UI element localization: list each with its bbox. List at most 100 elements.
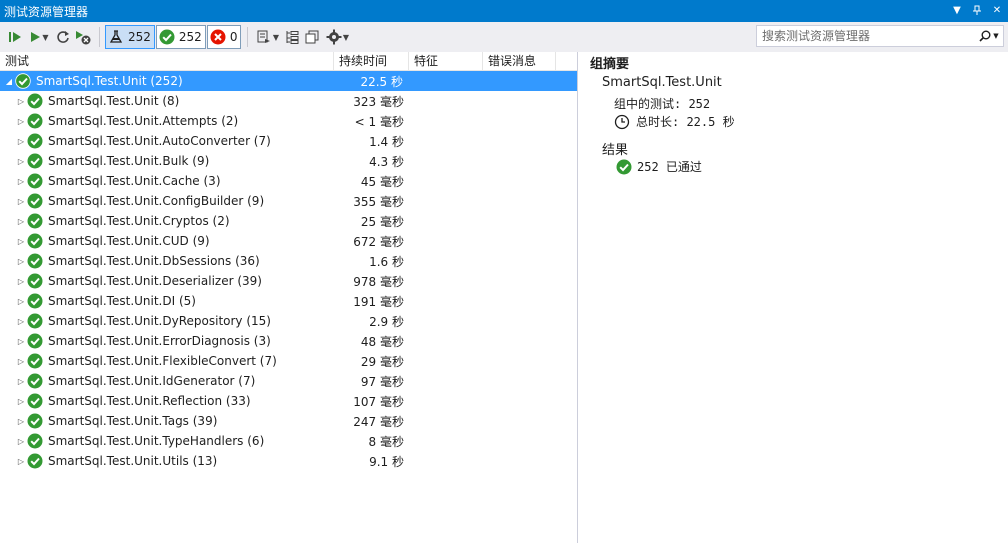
cancel-button[interactable]: [74, 26, 92, 48]
dropdown-icon[interactable]: ▼: [950, 3, 964, 17]
expand-icon[interactable]: ▷: [15, 297, 27, 306]
tree-row[interactable]: ▷ SmartSql.Test.Unit.Utils (13) 9.1 秒: [0, 451, 577, 471]
test-duration: 2.9 秒: [369, 314, 404, 329]
clock-icon: [614, 114, 630, 129]
run-icon: [31, 32, 41, 42]
run-button[interactable]: ▼: [26, 26, 52, 48]
check-circle-icon: [27, 113, 43, 129]
refresh-button[interactable]: [54, 26, 72, 48]
tree-row[interactable]: ▷ SmartSql.Test.Unit.Deserializer (39) 978…: [0, 271, 577, 291]
check-circle-icon: [27, 253, 43, 269]
test-group-name: SmartSql.Test.Unit.ConfigBuilder (9): [48, 194, 265, 208]
expand-icon[interactable]: ▷: [15, 337, 27, 346]
expand-icon[interactable]: ▷: [15, 117, 27, 126]
passed-count: 252: [178, 30, 202, 44]
summary-passed-row[interactable]: 252 已通过: [616, 158, 702, 175]
expand-icon[interactable]: ▷: [15, 217, 27, 226]
toolbar-separator: [99, 27, 100, 47]
column-header-error-message[interactable]: 错误消息: [483, 52, 556, 71]
tree-row[interactable]: ▷ SmartSql.Test.Unit.Tags (39) 247 毫秒: [0, 411, 577, 431]
tree-row[interactable]: ▷ SmartSql.Test.Unit.TypeHandlers (6) 8 毫秒: [0, 431, 577, 451]
pin-icon[interactable]: [970, 3, 984, 17]
expand-icon[interactable]: ▷: [15, 397, 27, 406]
tree-row[interactable]: ▷ SmartSql.Test.Unit.ConfigBuilder (9) 355…: [0, 191, 577, 211]
expand-icon[interactable]: ▷: [15, 357, 27, 366]
expand-icon[interactable]: ▷: [15, 457, 27, 466]
check-circle-icon: [27, 453, 43, 469]
total-tests-filter[interactable]: 252: [105, 25, 155, 49]
collapse-icon[interactable]: ◢: [3, 77, 15, 86]
summary-results-heading: 结果: [602, 143, 629, 158]
check-circle-icon: [159, 29, 175, 45]
check-circle-icon: [27, 293, 43, 309]
tree-row[interactable]: ▷ SmartSql.Test.Unit.IdGenerator (7) 97 毫秒: [0, 371, 577, 391]
chevron-down-icon: ▼: [342, 32, 350, 42]
playlist-button[interactable]: ▼: [253, 26, 281, 48]
test-duration: 45 毫秒: [360, 174, 404, 189]
tree-row[interactable]: ▷ SmartSql.Test.Unit.DbSessions (36) 1.6 秒: [0, 251, 577, 271]
test-group-name: SmartSql.Test.Unit.Cryptos (2): [48, 214, 230, 228]
toolbar-separator: [247, 27, 249, 47]
test-tree: ◢ SmartSql.Test.Unit (252) 22.5 秒 ▷ Smart…: [0, 71, 577, 471]
expand-icon[interactable]: ▷: [15, 197, 27, 206]
tree-row[interactable]: ▷ SmartSql.Test.Unit.DyRepository (15) 2.9…: [0, 311, 577, 331]
test-group-name: SmartSql.Test.Unit.Attempts (2): [48, 114, 239, 128]
tree-row[interactable]: ▷ SmartSql.Test.Unit.Attempts (2) < 1 毫秒: [0, 111, 577, 131]
expand-icon[interactable]: ▷: [15, 437, 27, 446]
title-bar: 测试资源管理器 ▼ ✕: [0, 0, 1008, 22]
tree-row[interactable]: ▷ SmartSql.Test.Unit.CUD (9) 672 毫秒: [0, 231, 577, 251]
summary-title: 组摘要: [590, 57, 630, 72]
search-button[interactable]: ▼: [975, 30, 1003, 42]
test-group-name: SmartSql.Test.Unit.Cache (3): [48, 174, 221, 188]
test-duration: 25 毫秒: [360, 214, 404, 229]
expand-icon[interactable]: ▷: [15, 257, 27, 266]
test-group-name: SmartSql.Test.Unit.TypeHandlers (6): [48, 434, 265, 448]
tree-row[interactable]: ▷ SmartSql.Test.Unit (8) 323 毫秒: [0, 91, 577, 111]
chevron-down-icon: ▼: [42, 32, 49, 42]
expand-icon[interactable]: ▷: [15, 417, 27, 426]
settings-button[interactable]: ▼: [323, 26, 351, 48]
expand-icon[interactable]: ▷: [15, 377, 27, 386]
tree-row[interactable]: ▷ SmartSql.Test.Unit.AutoConverter (7) 1.4…: [0, 131, 577, 151]
tree-row[interactable]: ▷ SmartSql.Test.Unit.ErrorDiagnosis (3) 48…: [0, 331, 577, 351]
expand-icon[interactable]: ▷: [15, 157, 27, 166]
x-circle-icon: [210, 29, 226, 45]
tree-root-row[interactable]: ◢ SmartSql.Test.Unit (252) 22.5 秒: [0, 71, 577, 91]
check-circle-icon: [27, 233, 43, 249]
failed-tests-filter[interactable]: 0: [206, 25, 242, 49]
expand-icon[interactable]: ▷: [15, 237, 27, 246]
group-by-button[interactable]: [283, 26, 301, 48]
refresh-icon: [57, 31, 69, 43]
copy-button[interactable]: [303, 26, 321, 48]
summary-tests-in-group: 组中的测试: 252: [614, 97, 711, 111]
summary-passed-text: 252 已通过: [637, 160, 702, 174]
copy-icon: [305, 30, 319, 44]
column-header-test[interactable]: 测试: [0, 52, 334, 71]
run-all-icon: [9, 32, 21, 42]
cancel-icon: [76, 31, 91, 45]
run-all-button[interactable]: [6, 26, 24, 48]
expand-icon[interactable]: ▷: [15, 277, 27, 286]
passed-tests-filter[interactable]: 252: [155, 25, 206, 49]
tree-row[interactable]: ▷ SmartSql.Test.Unit.FlexibleConvert (7) 2…: [0, 351, 577, 371]
expand-icon[interactable]: ▷: [15, 317, 27, 326]
check-circle-icon: [27, 93, 43, 109]
close-icon[interactable]: ✕: [990, 3, 1004, 17]
tree-row[interactable]: ▷ SmartSql.Test.Unit.Cache (3) 45 毫秒: [0, 171, 577, 191]
column-header-traits[interactable]: 特征: [409, 52, 483, 71]
total-count: 252: [128, 30, 151, 44]
test-group-name: SmartSql.Test.Unit.DI (5): [48, 294, 196, 308]
failed-count: 0: [229, 30, 238, 44]
expand-icon[interactable]: ▷: [15, 177, 27, 186]
summary-group-name: SmartSql.Test.Unit: [602, 75, 722, 90]
tree-row[interactable]: ▷ SmartSql.Test.Unit.Bulk (9) 4.3 秒: [0, 151, 577, 171]
column-header-duration[interactable]: 持续时间: [334, 52, 409, 71]
tree-row[interactable]: ▷ SmartSql.Test.Unit.Reflection (33) 107 毫…: [0, 391, 577, 411]
expand-icon[interactable]: ▷: [15, 137, 27, 146]
search-input[interactable]: [757, 26, 975, 46]
test-duration: 4.3 秒: [369, 154, 404, 169]
tree-row[interactable]: ▷ SmartSql.Test.Unit.Cryptos (2) 25 毫秒: [0, 211, 577, 231]
tree-row[interactable]: ▷ SmartSql.Test.Unit.DI (5) 191 毫秒: [0, 291, 577, 311]
expand-icon[interactable]: ▷: [15, 97, 27, 106]
test-group-name: SmartSql.Test.Unit.Bulk (9): [48, 154, 210, 168]
